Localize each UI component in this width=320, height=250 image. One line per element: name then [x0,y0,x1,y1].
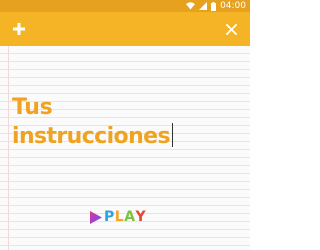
status-icons: 04:00 [186,1,246,11]
text-cursor [171,123,173,147]
play-letter-a: A [124,209,136,225]
play-triangle-icon [90,210,102,224]
title-line-2[interactable]: instrucciones [12,123,173,150]
play-letter-y: Y [135,209,147,225]
play-button[interactable]: PLAY [90,209,146,225]
battery-icon [211,1,217,11]
close-button[interactable] [214,12,248,46]
app-bar [0,12,250,46]
signal-icon [199,2,208,10]
close-icon [225,23,237,35]
play-label: PLAY [104,209,146,225]
play-letter-p: P [104,209,115,225]
plus-icon [13,23,25,35]
status-time: 04:00 [220,1,246,11]
status-bar: 04:00 [0,0,250,12]
wifi-icon [186,2,196,10]
paper-margin-line [8,46,9,250]
add-button[interactable] [2,12,36,46]
title-line-1: Tus [12,95,53,120]
title-line-2-text: instrucciones [12,124,171,149]
play-letter-l: L [114,209,125,225]
